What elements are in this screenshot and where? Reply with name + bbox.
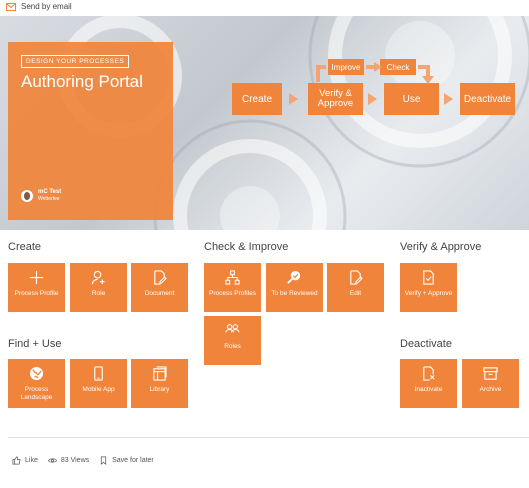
tile-label: To be Reviewed xyxy=(271,290,318,297)
top-bar: Send by email xyxy=(0,0,529,16)
flow-create: Create xyxy=(232,83,282,115)
eye-icon xyxy=(47,458,57,463)
tile-document[interactable]: Document xyxy=(131,263,188,312)
like-label: Like xyxy=(25,457,38,464)
flow-deactivate: Deactivate xyxy=(460,83,515,115)
people-icon xyxy=(225,324,240,333)
author-org: Wetterfee xyxy=(38,196,60,202)
library-icon xyxy=(153,366,167,381)
tile-label: Roles xyxy=(224,343,241,350)
tile-label: Archive xyxy=(479,386,502,393)
tile-label: Inactivate xyxy=(414,386,443,393)
tile-inactivate[interactable]: Inactivate xyxy=(400,359,457,408)
social-bar: Like 83 Views Save for later xyxy=(12,456,164,465)
tile-label: Verify + Approve xyxy=(404,290,453,297)
author-name: mC Test xyxy=(38,189,62,195)
mail-icon xyxy=(6,2,16,11)
globe-icon xyxy=(29,366,44,381)
author-info: mC Test Wetterfee xyxy=(21,189,61,202)
tile-edit[interactable]: Edit xyxy=(327,263,384,312)
tile-roles[interactable]: Roles xyxy=(204,316,261,365)
tile-label: Edit xyxy=(349,290,362,297)
archive-icon xyxy=(483,367,498,380)
hero-card: DESIGN YOUR PROCESSES Authoring Portal m… xyxy=(8,42,173,220)
section-title-find-use: Find + Use xyxy=(8,338,62,350)
tile-role[interactable]: Role xyxy=(70,263,127,312)
hero-banner: DESIGN YOUR PROCESSES Authoring Portal m… xyxy=(0,16,529,230)
arrow-right-icon xyxy=(289,93,298,105)
mobile-icon xyxy=(94,366,103,381)
tile-verify-approve[interactable]: Verify + Approve xyxy=(400,263,457,312)
flow-verify-approve: Verify & Approve xyxy=(308,83,363,115)
send-by-email-link[interactable]: Send by email xyxy=(6,2,72,11)
document-edit-icon xyxy=(154,270,167,285)
views-label: 83 Views xyxy=(60,457,90,464)
search-check-icon xyxy=(287,270,301,284)
tile-to-be-reviewed[interactable]: To be Reviewed xyxy=(266,263,323,312)
hero-tag: DESIGN YOUR PROCESSES xyxy=(21,55,130,68)
flow-use: Use xyxy=(384,83,439,115)
tile-label: Process Profiles xyxy=(209,290,256,297)
tile-label: Process Landscape xyxy=(20,386,53,401)
tile-label: Library xyxy=(149,386,170,393)
tile-label: Role xyxy=(91,290,106,297)
send-by-email-label: Send by email xyxy=(21,2,72,11)
like-button[interactable]: Like xyxy=(12,456,38,465)
tile-process-profiles[interactable]: Process Profiles xyxy=(204,263,261,312)
tile-archive[interactable]: Archive xyxy=(462,359,519,408)
document-x-icon xyxy=(423,366,435,381)
document-edit-icon xyxy=(350,270,363,285)
cycle-arrows-icon xyxy=(316,62,434,84)
tile-label: Mobile App xyxy=(82,386,115,393)
plus-icon xyxy=(29,270,44,285)
thumbs-up-icon xyxy=(12,456,21,465)
save-label: Save for later xyxy=(112,457,154,464)
save-for-later-button[interactable]: Save for later xyxy=(99,456,154,465)
avatar xyxy=(21,189,33,202)
tile-label: Process Profile xyxy=(14,290,59,297)
tile-process-profile[interactable]: Process Profile xyxy=(8,263,65,312)
tile-process-landscape[interactable]: Process Landscape xyxy=(8,359,65,408)
document-check-icon xyxy=(423,270,434,285)
divider xyxy=(8,437,529,438)
arrow-right-icon xyxy=(444,93,453,105)
page-title: Authoring Portal xyxy=(21,72,143,91)
tile-mobile-app[interactable]: Mobile App xyxy=(70,359,127,408)
section-title-verify-approve: Verify & Approve xyxy=(400,241,482,253)
hierarchy-icon xyxy=(225,270,240,285)
bookmark-icon xyxy=(101,456,107,465)
tile-library[interactable]: Library xyxy=(131,359,188,408)
views-count: 83 Views xyxy=(47,456,90,465)
arrow-right-icon xyxy=(368,93,377,105)
section-title-create: Create xyxy=(8,241,42,253)
person-add-icon xyxy=(91,270,105,285)
tile-label: Document xyxy=(144,290,175,297)
section-title-check-improve: Check & Improve xyxy=(204,241,289,253)
section-title-deactivate: Deactivate xyxy=(400,338,452,350)
